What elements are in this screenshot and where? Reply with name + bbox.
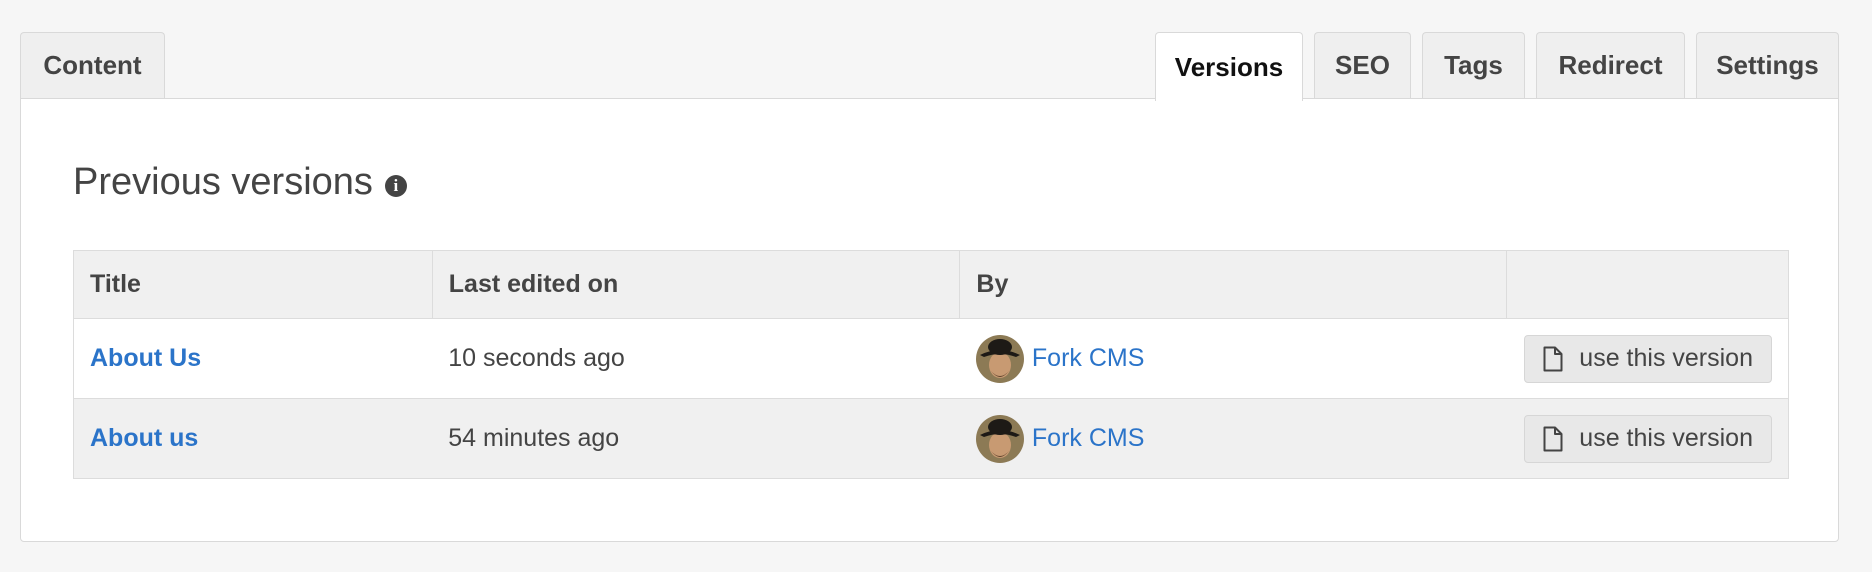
tab-content[interactable]: Content (20, 32, 165, 98)
column-header-by: By (959, 250, 1508, 319)
title-cell: About Us (73, 318, 433, 399)
action-cell: use this version (1506, 318, 1789, 399)
column-header-title[interactable]: Title (73, 250, 433, 319)
section-heading-text: Previous versions (73, 161, 373, 203)
action-cell: use this version (1506, 398, 1789, 479)
avatar (975, 334, 1024, 383)
column-header-actions (1506, 250, 1789, 319)
table-header-row: Title Last edited on By (73, 250, 1789, 319)
use-this-version-button[interactable]: use this version (1524, 334, 1772, 383)
tab-redirect[interactable]: Redirect (1536, 32, 1685, 98)
versions-panel: Previous versions i Title Last edited on… (20, 98, 1839, 542)
versions-table: Title Last edited on By About Us 10 seco… (73, 250, 1789, 479)
tab-seo[interactable]: SEO (1314, 32, 1411, 98)
version-title-link[interactable]: About us (90, 424, 198, 452)
column-header-last-edited[interactable]: Last edited on (432, 250, 961, 319)
section-heading: Previous versions i (73, 161, 407, 204)
author-cell: Fork CMS (959, 398, 1507, 479)
tab-tags[interactable]: Tags (1422, 32, 1525, 98)
info-circle-icon[interactable]: i (384, 174, 407, 197)
avatar (975, 414, 1024, 463)
author-cell: Fork CMS (959, 318, 1507, 399)
title-cell: About us (73, 398, 433, 479)
edited-cell: 10 seconds ago (432, 318, 960, 399)
tab-settings[interactable]: Settings (1696, 32, 1839, 98)
document-icon (1543, 346, 1563, 372)
use-this-version-label: use this version (1579, 424, 1753, 452)
use-this-version-label: use this version (1579, 344, 1753, 372)
use-this-version-button[interactable]: use this version (1524, 414, 1772, 463)
author-link[interactable]: Fork CMS (1032, 424, 1145, 453)
document-icon (1543, 426, 1563, 452)
tab-bar: Content Versions SEO Tags Redirect Setti… (20, 32, 1839, 101)
table-row: About Us 10 seconds ago Fork CMS use thi… (73, 318, 1789, 399)
table-row: About us 54 minutes ago Fork CMS use thi… (73, 398, 1789, 479)
edited-cell: 54 minutes ago (432, 398, 960, 479)
tab-versions[interactable]: Versions (1155, 32, 1303, 101)
author-link[interactable]: Fork CMS (1032, 344, 1145, 373)
version-title-link[interactable]: About Us (90, 344, 201, 372)
